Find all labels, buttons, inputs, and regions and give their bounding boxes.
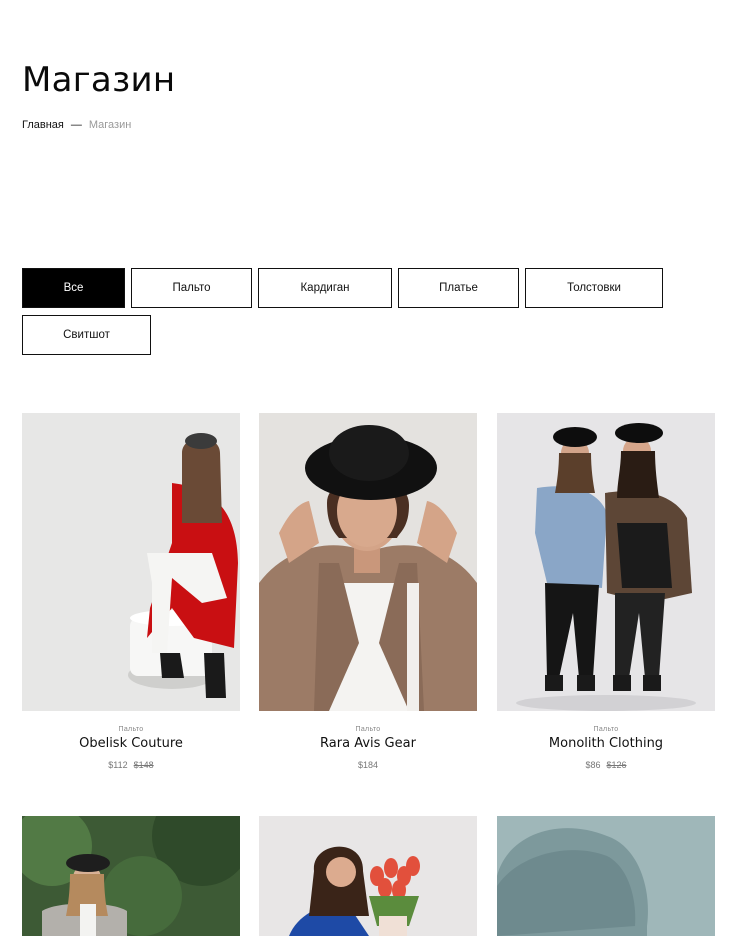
product-card[interactable]: Пальто Rara Avis Gear $184 — [259, 413, 477, 770]
breadcrumb: Главная — Магазин — [22, 119, 131, 131]
filter-all-button[interactable]: Все — [22, 268, 125, 308]
product-card[interactable] — [497, 816, 715, 936]
product-image-leather-jacket[interactable] — [259, 413, 477, 711]
product-photo — [497, 413, 715, 711]
current-price: $184 — [357, 760, 379, 770]
old-price: $148 — [133, 760, 154, 770]
filter-dress-button[interactable]: Платье — [398, 268, 519, 308]
product-price: $112 $148 — [22, 760, 240, 770]
product-photo — [259, 816, 477, 936]
product-price: $184 — [259, 760, 477, 770]
product-photo — [259, 413, 477, 711]
product-card[interactable] — [259, 816, 477, 936]
breadcrumb-home-link[interactable]: Главная — [22, 119, 64, 131]
product-image-flowers[interactable] — [259, 816, 477, 936]
product-category: Пальто — [593, 726, 619, 733]
breadcrumb-current: Магазин — [88, 119, 132, 131]
product-price: $86 $126 — [497, 760, 715, 770]
filter-coat-button[interactable]: Пальто — [131, 268, 252, 308]
product-photo — [22, 816, 240, 936]
product-name[interactable]: Monolith Clothing — [497, 736, 715, 751]
page-title: Магазин — [22, 60, 176, 100]
filter-cardigan-button[interactable]: Кардиган — [258, 268, 392, 308]
product-category: Пальто — [118, 726, 144, 733]
filter-hoodies-button[interactable]: Толстовки — [525, 268, 663, 308]
product-image-fur-coats[interactable] — [497, 413, 715, 711]
product-name[interactable]: Obelisk Couture — [22, 736, 240, 751]
product-photo — [22, 413, 240, 711]
product-image-red-coat[interactable] — [22, 413, 240, 711]
breadcrumb-separator: — — [70, 119, 82, 131]
filter-sweatshirt-button[interactable]: Свитшот — [22, 315, 151, 355]
product-image-hat[interactable] — [497, 816, 715, 936]
current-price: $86 — [585, 760, 601, 770]
product-category: Пальто — [355, 726, 381, 733]
current-price: $112 — [108, 760, 128, 770]
product-photo — [497, 816, 715, 936]
product-card[interactable] — [22, 816, 240, 936]
product-image-green-outdoor[interactable] — [22, 816, 240, 936]
product-card[interactable]: Пальто Monolith Clothing $86 $126 — [497, 413, 715, 770]
product-card[interactable]: Пальто Obelisk Couture $112 $148 — [22, 413, 240, 770]
old-price: $126 — [606, 760, 627, 770]
product-name[interactable]: Rara Avis Gear — [259, 736, 477, 751]
